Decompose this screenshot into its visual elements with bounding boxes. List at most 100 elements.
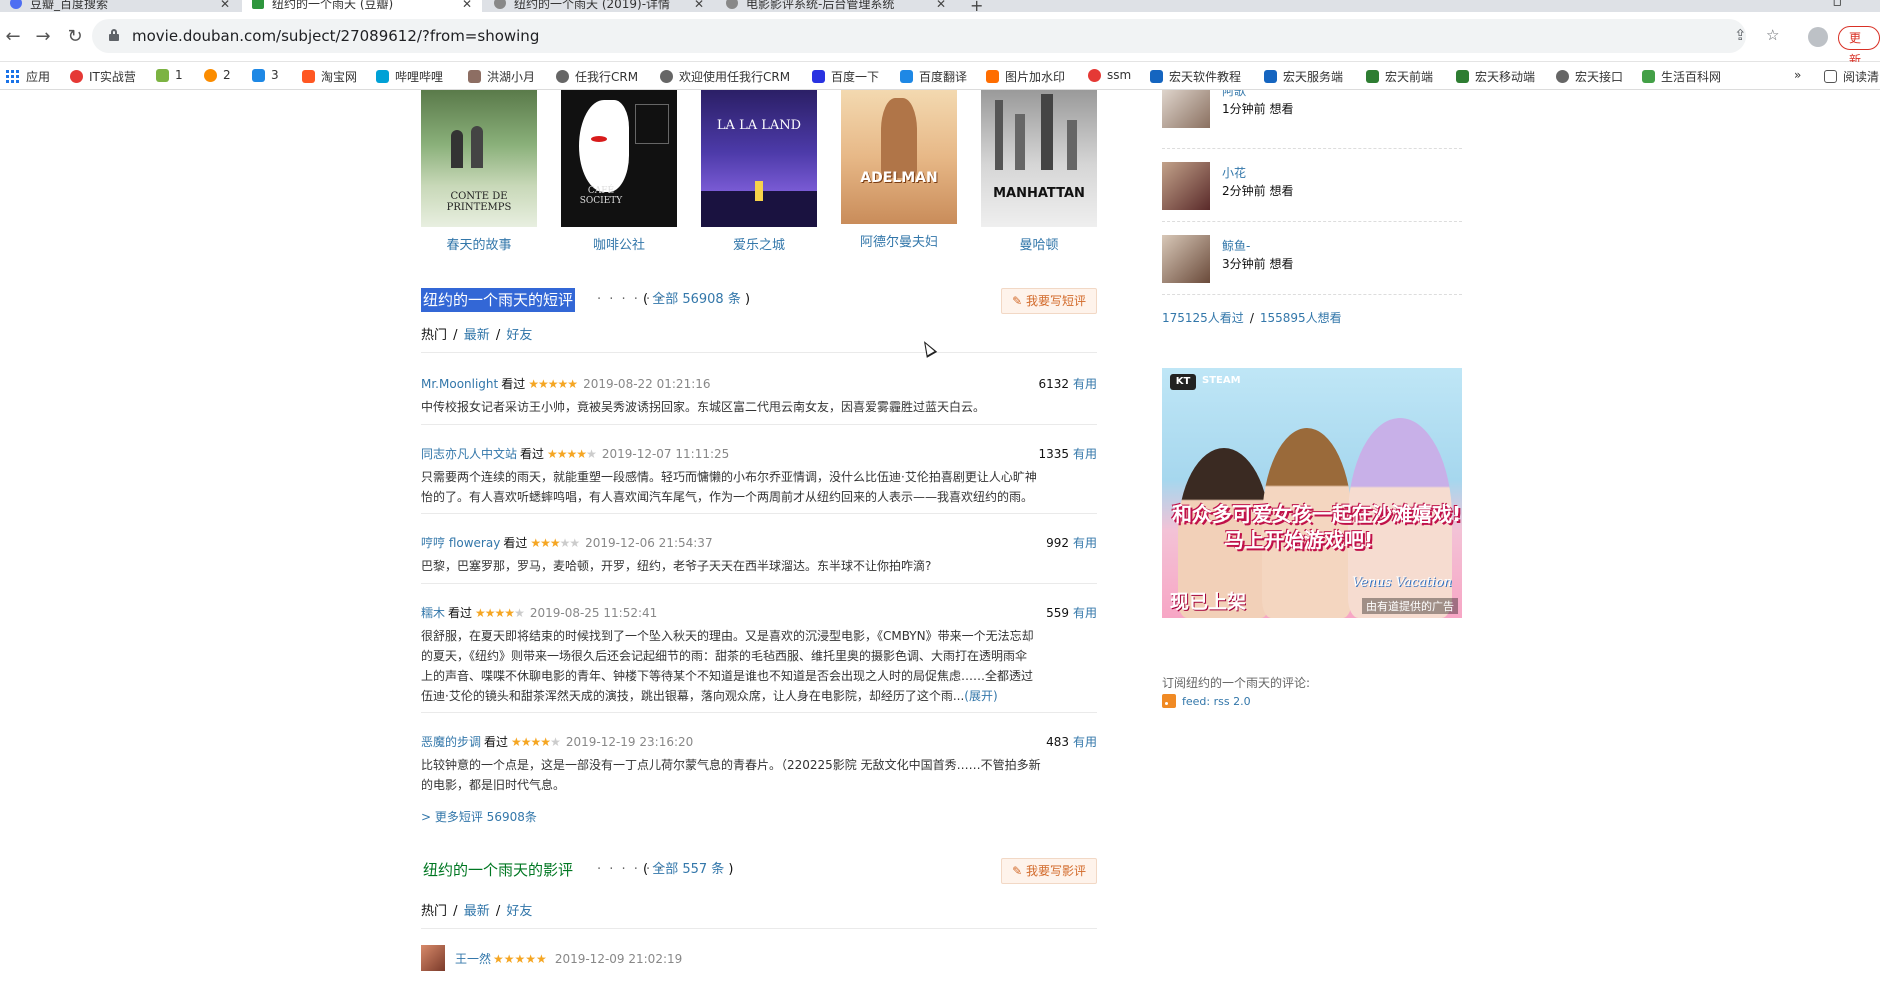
bookmark-crm[interactable]: 任我行CRM xyxy=(556,68,638,85)
url-field[interactable]: movie.douban.com/subject/27089612/?from=… xyxy=(92,19,1779,53)
back-icon[interactable]: ← xyxy=(0,24,26,50)
comment-user[interactable]: Mr.Moonlight xyxy=(421,377,498,391)
bookmark-taobao[interactable]: 淘宝网 xyxy=(302,68,357,85)
useful-button[interactable]: 有用 xyxy=(1073,606,1097,620)
filter-friends[interactable]: 好友 xyxy=(506,328,532,343)
bookmark-crm-welcome[interactable]: 欢迎使用任我行CRM xyxy=(660,68,790,85)
rating-stars-icon: ★★★★★ xyxy=(547,447,597,461)
bookmark-star-icon[interactable]: ☆ xyxy=(1766,26,1779,44)
rss-feed-link[interactable]: feed: rss 2.0 xyxy=(1162,694,1251,708)
bookmark-ht-api[interactable]: 宏天接口 xyxy=(1556,68,1623,85)
avatar[interactable] xyxy=(1162,90,1210,128)
close-icon[interactable]: ✕ xyxy=(936,0,946,11)
bookmark-1[interactable]: 1 xyxy=(156,68,183,82)
wanted-count-link[interactable]: 155895人想看 xyxy=(1260,311,1342,325)
bookmark-2[interactable]: 2 xyxy=(204,68,231,82)
recommendation-title[interactable]: 爱乐之城 xyxy=(701,234,817,253)
poster-image[interactable]: MANHATTAN xyxy=(981,90,1097,227)
profile-avatar-icon[interactable] xyxy=(1808,27,1828,47)
wisher-name[interactable]: 阿歌 xyxy=(1222,90,1246,99)
all-reviews-link[interactable]: 全部 557 条 xyxy=(652,862,724,877)
avatar[interactable] xyxy=(421,945,445,971)
comment-text: 只需要两个连续的雨天，就能重塑一段感情。轻巧而慵懒的小布尔乔亚情调，没什么比伍迪… xyxy=(421,467,1097,507)
watched-count-link[interactable]: 175125人看过 xyxy=(1162,311,1244,325)
bookmark-3[interactable]: 3 xyxy=(252,68,279,82)
tab-douban-movie[interactable]: 纽约的一个雨天 (豆瓣) ✕ xyxy=(242,0,482,12)
comment-item: 恶魔的步调 看过 ★★★★★ 2019-12-19 23:16:20 483 有用 比较… xyxy=(421,733,1097,795)
wisher-name[interactable]: 小花 xyxy=(1222,164,1246,181)
tab-title: 电影影评系统-后台管理系统 xyxy=(746,0,895,11)
bookmark-honghu[interactable]: 洪湖小月 xyxy=(468,68,535,85)
bookmark-ht-server[interactable]: 宏天服务端 xyxy=(1264,68,1343,85)
filter-latest[interactable]: 最新 xyxy=(464,328,490,343)
all-short-comments-link[interactable]: 全部 56908 条 xyxy=(652,292,741,307)
close-icon[interactable]: ✕ xyxy=(462,0,472,11)
recommendation-title[interactable]: 咖啡公社 xyxy=(561,234,677,253)
comment-user[interactable]: 恶魔的步调 xyxy=(421,735,481,749)
close-icon[interactable]: ✕ xyxy=(220,0,230,11)
comment-user[interactable]: 糯木 xyxy=(421,606,445,620)
bookmark-baidu-translate[interactable]: 百度翻译 xyxy=(900,68,967,85)
bookmark-baidu[interactable]: 百度一下 xyxy=(812,68,879,85)
filter-latest[interactable]: 最新 xyxy=(464,904,490,919)
vote-count: 992 xyxy=(1046,536,1069,550)
close-icon[interactable]: ✕ xyxy=(694,0,704,11)
rss-icon xyxy=(1162,694,1176,708)
more-bookmarks-button[interactable]: » xyxy=(1794,68,1801,82)
bookmark-ssm[interactable]: ssm xyxy=(1088,68,1131,82)
recommendation-item[interactable]: ADELMAN 阿德尔曼夫妇 xyxy=(841,90,957,250)
useful-button[interactable]: 有用 xyxy=(1073,377,1097,391)
share-icon[interactable]: ⇪ xyxy=(1734,26,1747,44)
comment-user[interactable]: 同志亦凡人中文站 xyxy=(421,447,517,461)
tab-admin-system[interactable]: 电影影评系统-后台管理系统 ✕ xyxy=(716,0,956,12)
tab-movie-detail[interactable]: 纽约的一个雨天 (2019)-详情 ✕ xyxy=(484,0,714,12)
bookmark-apps[interactable]: 应用 xyxy=(6,68,50,85)
reading-list-button[interactable]: 阅读清 xyxy=(1824,68,1879,85)
ad-slogan: 和众多可爱女孩一起在沙滩嬉戏! 马上开始游戏吧! xyxy=(1162,494,1462,556)
update-button[interactable]: 更新 xyxy=(1838,26,1880,67)
poster-image[interactable]: LA LA LAND xyxy=(701,90,817,227)
recommendation-item[interactable]: CAFÉ SOCIETY 咖啡公社 xyxy=(561,90,677,253)
poster-image[interactable]: ADELMAN xyxy=(841,90,957,224)
useful-button[interactable]: 有用 xyxy=(1073,735,1097,749)
bookmark-bilibili[interactable]: 哔哩哔哩 xyxy=(376,68,443,85)
bookmark-ht-mobile[interactable]: 宏天移动端 xyxy=(1456,68,1535,85)
avatar[interactable] xyxy=(1162,162,1210,210)
reload-icon[interactable]: ↻ xyxy=(62,24,88,50)
expand-link[interactable]: (展开) xyxy=(964,689,997,703)
filter-hot[interactable]: 热门 xyxy=(421,904,447,919)
write-short-comment-button[interactable]: ✎ 我要写短评 xyxy=(1001,288,1097,314)
recommendation-title[interactable]: 阿德尔曼夫妇 xyxy=(841,231,957,250)
recommendation-title[interactable]: 春天的故事 xyxy=(421,234,537,253)
tab-baidu-search[interactable]: 豆瓣_百度搜索 ✕ xyxy=(0,0,240,12)
wisher-name[interactable]: 鲸鱼- xyxy=(1222,237,1250,254)
review-user[interactable]: 王一然 xyxy=(455,952,491,966)
new-tab-icon[interactable]: + xyxy=(970,0,983,12)
more-short-comments-link[interactable]: > 更多短评 56908条 xyxy=(421,808,537,825)
filter-friends[interactable]: 好友 xyxy=(506,904,532,919)
recommendation-item[interactable]: CONTE DE PRINTEMPS 春天的故事 xyxy=(421,90,537,253)
recommendation-item[interactable]: MANHATTAN 曼哈顿 xyxy=(981,90,1097,253)
recommendation-item[interactable]: LA LA LAND 爱乐之城 xyxy=(701,90,817,253)
recommendation-title[interactable]: 曼哈顿 xyxy=(981,234,1097,253)
bookmark-it[interactable]: IT实战营 xyxy=(70,68,136,85)
bookmark-watermark[interactable]: 图片加水印 xyxy=(986,68,1065,85)
comment-user[interactable]: 哼哼 floweray xyxy=(421,536,500,550)
poster-image[interactable]: CONTE DE PRINTEMPS xyxy=(421,90,537,227)
comment-line: 很舒服，在夏天即将结束的时候找到了一个坠入秋天的理由。又是喜欢的沉浸型电影，《C… xyxy=(421,629,1034,643)
globe-icon xyxy=(494,0,506,9)
url-text[interactable]: movie.douban.com/subject/27089612/?from=… xyxy=(132,27,539,45)
window-control-icon[interactable]: ▫ xyxy=(1833,0,1843,10)
bookmark-ht-frontend[interactable]: 宏天前端 xyxy=(1366,68,1433,85)
bookmark-life-wiki[interactable]: 生活百科网 xyxy=(1642,68,1721,85)
bookmark-ht-tutorial[interactable]: 宏天软件教程 xyxy=(1150,68,1241,85)
filter-hot[interactable]: 热门 xyxy=(421,328,447,343)
useful-button[interactable]: 有用 xyxy=(1073,447,1097,461)
write-review-button[interactable]: ✎ 我要写影评 xyxy=(1001,858,1097,884)
ad-banner[interactable]: KT STEAM 和众多可爱女孩一起在沙滩嬉戏! 马上开始游戏吧! Venus … xyxy=(1162,368,1462,618)
avatar[interactable] xyxy=(1162,235,1210,283)
poster-image[interactable]: CAFÉ SOCIETY xyxy=(561,90,677,227)
bookmark-label: 淘宝网 xyxy=(321,70,358,84)
useful-button[interactable]: 有用 xyxy=(1073,536,1097,550)
forward-icon[interactable]: → xyxy=(30,24,56,50)
